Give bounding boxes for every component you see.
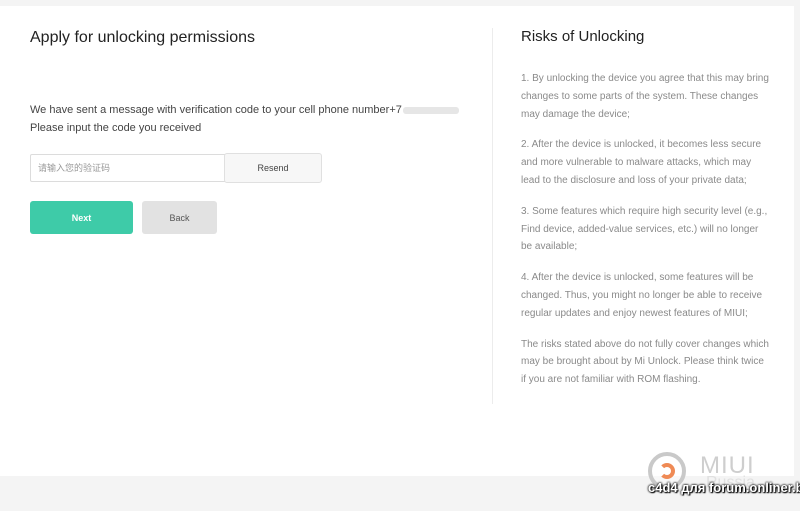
risk-item: 1. By unlocking the device you agree tha… — [521, 73, 769, 120]
risk-list: 1. By unlocking the device you agree tha… — [521, 70, 769, 402]
back-button[interactable]: Back — [142, 201, 217, 234]
risks-title: Risks of Unlocking — [521, 28, 645, 45]
verification-message: We have sent a message with verification… — [30, 101, 459, 137]
message-line-1: We have sent a message with verification… — [30, 104, 402, 116]
verification-code-input[interactable] — [30, 154, 232, 182]
blurred-phone-number — [402, 106, 459, 114]
next-button[interactable]: Next — [30, 201, 133, 234]
risk-item: 4. After the device is unlocked, some fe… — [521, 272, 763, 319]
watermark-credit: c4d4 для forum.onliner.by — [648, 480, 800, 495]
section-divider — [492, 28, 493, 404]
message-line-2: Please input the code you received — [30, 122, 202, 134]
watermark: MIUI Russia c4d4 для forum.onliner.by — [648, 452, 800, 502]
risk-item: 3. Some features which require high secu… — [521, 205, 768, 253]
resend-button[interactable]: Resend — [224, 153, 322, 183]
risk-item: 2. After the device is unlocked, it beco… — [521, 139, 762, 186]
risk-disclaimer: The risks stated above do not fully cove… — [521, 338, 769, 386]
page-title: Apply for unlocking permissions — [30, 29, 255, 46]
unlock-panel: Apply for unlocking permissions We have … — [0, 6, 794, 476]
